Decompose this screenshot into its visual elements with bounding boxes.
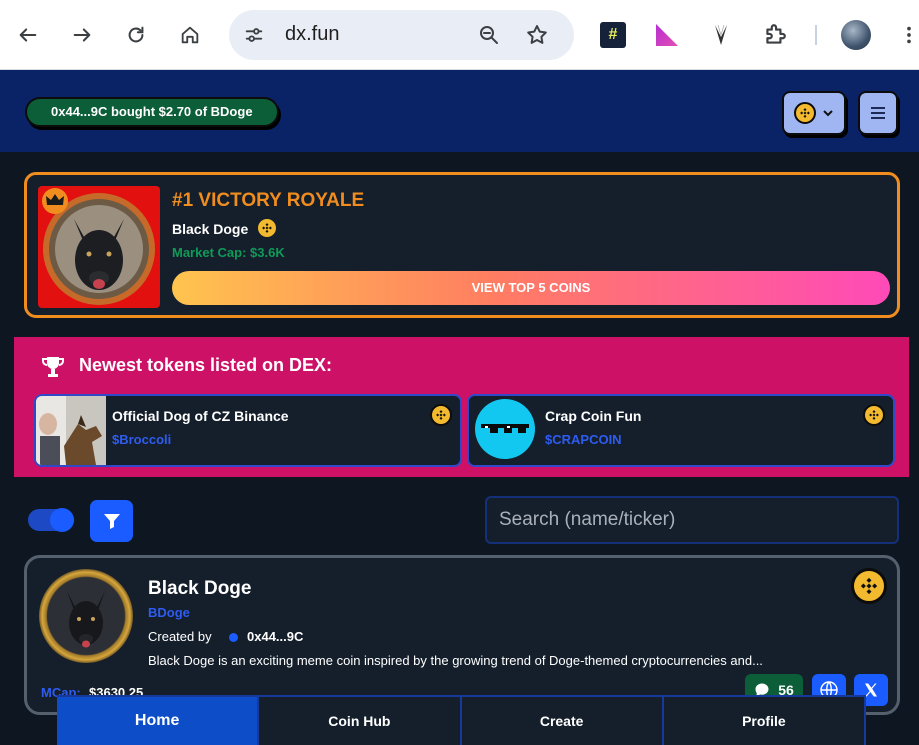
- browser-menu-icon[interactable]: [898, 22, 919, 48]
- victory-royale-card[interactable]: #1 VICTORY ROYALE Black Doge Market Cap:…: [24, 172, 900, 318]
- profile-avatar[interactable]: [841, 20, 871, 50]
- bnb-chain-icon: [430, 404, 452, 426]
- chain-selector[interactable]: [782, 91, 846, 135]
- new-token-card[interactable]: Crap Coin Fun $CRAPCOIN: [467, 394, 895, 467]
- site-header: 0x44...9C bought $2.70 of BDoge: [0, 70, 919, 152]
- chevron-down-icon: [823, 110, 833, 117]
- filter-icon: [103, 514, 120, 529]
- nav-tab-coin-hub[interactable]: Coin Hub: [257, 697, 459, 745]
- trade-ticker[interactable]: 0x44...9C bought $2.70 of BDoge: [25, 97, 279, 127]
- extension-fox-icon[interactable]: [708, 22, 734, 48]
- bnb-chain-icon: [258, 219, 276, 237]
- url-text: dx.fun: [285, 23, 340, 45]
- forward-icon[interactable]: [67, 20, 97, 50]
- zoom-icon[interactable]: [477, 23, 501, 47]
- search-input[interactable]: [485, 496, 899, 544]
- coin-card[interactable]: Black Doge BDoge Created by 0x44...9C Bl…: [24, 555, 900, 715]
- token-name: Crap Coin Fun: [545, 408, 642, 424]
- new-token-card[interactable]: Official Dog of CZ Binance $Broccoli: [34, 394, 462, 467]
- home-icon[interactable]: [175, 20, 205, 50]
- filter-button[interactable]: [90, 500, 133, 542]
- coin-description: Black Doge is an exciting meme coin insp…: [148, 653, 763, 668]
- crown-icon: [42, 188, 68, 214]
- back-icon[interactable]: [13, 20, 43, 50]
- extension-triangle-icon[interactable]: [654, 22, 680, 48]
- coin-ticker: BDoge: [148, 605, 190, 620]
- extension-hash-icon[interactable]: #: [600, 22, 626, 48]
- newest-tokens-section: Newest tokens listed on DEX: Official Do…: [14, 337, 909, 477]
- nav-tab-profile[interactable]: Profile: [661, 697, 866, 745]
- creator-address[interactable]: 0x44...9C: [247, 629, 303, 644]
- token-image: [36, 396, 106, 465]
- victory-title: #1 VICTORY ROYALE: [172, 190, 365, 211]
- token-name: Official Dog of CZ Binance: [112, 408, 289, 424]
- hamburger-icon: [871, 107, 885, 119]
- view-toggle[interactable]: [28, 508, 74, 532]
- view-top-coins-button[interactable]: VIEW TOP 5 COINS: [172, 271, 890, 305]
- browser-toolbar: dx.fun #: [0, 0, 919, 70]
- bnb-chain-icon: [851, 568, 887, 604]
- reload-icon[interactable]: [121, 20, 151, 50]
- coin-image: [39, 569, 133, 663]
- creator-avatar-dot: [229, 633, 238, 642]
- nav-tab-create[interactable]: Create: [459, 697, 662, 745]
- newest-tokens-title: Newest tokens listed on DEX:: [79, 355, 333, 375]
- toolbar-separator: [815, 25, 817, 45]
- bottom-navigation: Home Coin Hub Create Profile: [57, 695, 866, 745]
- hamburger-menu-button[interactable]: [858, 91, 898, 135]
- bookmark-star-icon[interactable]: [525, 23, 549, 47]
- coin-name: Black Doge: [148, 578, 252, 599]
- nav-tab-home[interactable]: Home: [57, 697, 258, 745]
- bnb-chain-icon: [863, 404, 885, 426]
- victory-coin-image: [38, 186, 160, 308]
- bnb-chain-icon: [794, 102, 816, 124]
- token-ticker: $CRAPCOIN: [545, 432, 622, 447]
- trophy-icon: [42, 357, 64, 377]
- token-image: [469, 396, 539, 465]
- created-by-label: Created by: [148, 629, 212, 644]
- victory-market-cap: Market Cap: $3.6K: [172, 245, 285, 260]
- address-bar[interactable]: dx.fun: [229, 10, 574, 60]
- victory-coin-name: Black Doge: [172, 221, 249, 237]
- extensions-puzzle-icon[interactable]: [762, 22, 788, 48]
- toggle-knob: [50, 508, 74, 532]
- site-settings-icon[interactable]: [243, 24, 265, 46]
- token-ticker: $Broccoli: [112, 432, 172, 447]
